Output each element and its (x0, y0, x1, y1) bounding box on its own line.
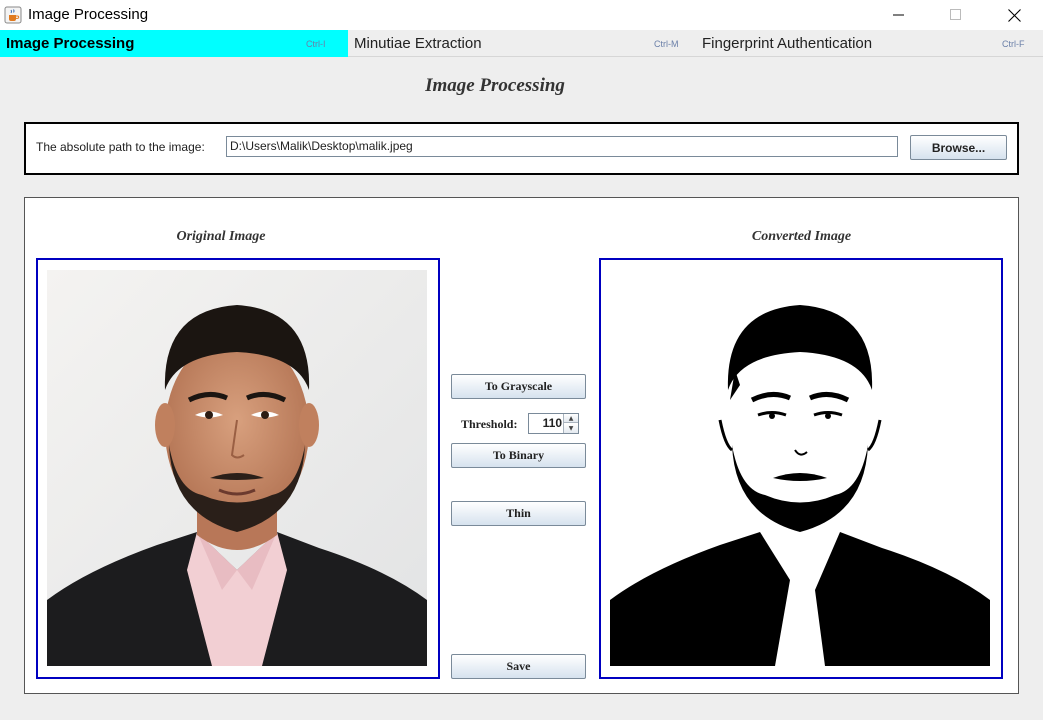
image-path-input[interactable]: D:\Users\Malik\Desktop\malik.jpeg (226, 136, 898, 157)
original-image (47, 270, 427, 666)
tab-label: Minutiae Extraction (354, 35, 482, 52)
tab-accelerator: Ctrl-I (306, 39, 326, 49)
tab-label: Fingerprint Authentication (702, 35, 873, 52)
converted-image (610, 270, 990, 666)
spinner-down-arrow-icon[interactable]: ▼ (564, 424, 578, 433)
maximize-icon (950, 9, 961, 20)
window-title: Image Processing (28, 6, 149, 23)
spinner-up-arrow-icon[interactable]: ▲ (564, 414, 578, 423)
page-title: Image Processing (425, 75, 565, 96)
window-titlebar: Image Processing (0, 0, 1043, 30)
path-panel: The absolute path to the image: D:\Users… (24, 122, 1019, 175)
to-binary-button[interactable]: To Binary (451, 443, 586, 468)
threshold-spinner[interactable]: 110 ▲ ▼ (528, 413, 579, 434)
converted-image-frame (599, 258, 1003, 679)
tab-label: Image Processing (6, 35, 135, 52)
minimize-button[interactable] (876, 0, 922, 30)
thin-button[interactable]: Thin (451, 501, 586, 526)
converted-image-caption: Converted Image (751, 229, 852, 244)
java-cup-icon (4, 6, 22, 24)
minimize-icon (893, 14, 904, 16)
tab-accelerator: Ctrl-F (1002, 39, 1025, 49)
original-image-frame (36, 258, 440, 679)
original-image-caption: Original Image (176, 229, 266, 244)
threshold-label: Threshold: (461, 417, 518, 431)
to-grayscale-button[interactable]: To Grayscale (451, 374, 586, 399)
tab-image-processing[interactable]: Image Processing Ctrl-I (0, 30, 348, 57)
maximize-button[interactable] (933, 0, 979, 30)
path-label: The absolute path to the image: (36, 140, 205, 154)
threshold-value[interactable]: 110 (543, 416, 562, 430)
spinner-arrows: ▲ ▼ (563, 414, 578, 433)
save-button[interactable]: Save (451, 654, 586, 679)
close-icon (1007, 8, 1021, 22)
tab-bar: Image Processing Ctrl-I Minutiae Extract… (0, 30, 1043, 57)
image-panel: Original Image Converted Image To Graysc… (24, 197, 1019, 694)
tab-fingerprint-authentication[interactable]: Fingerprint Authentication Ctrl-F (696, 30, 1043, 57)
close-button[interactable] (991, 0, 1037, 30)
browse-button[interactable]: Browse... (910, 135, 1007, 160)
tab-accelerator: Ctrl-M (654, 39, 679, 49)
tab-minutiae-extraction[interactable]: Minutiae Extraction Ctrl-M (348, 30, 696, 57)
